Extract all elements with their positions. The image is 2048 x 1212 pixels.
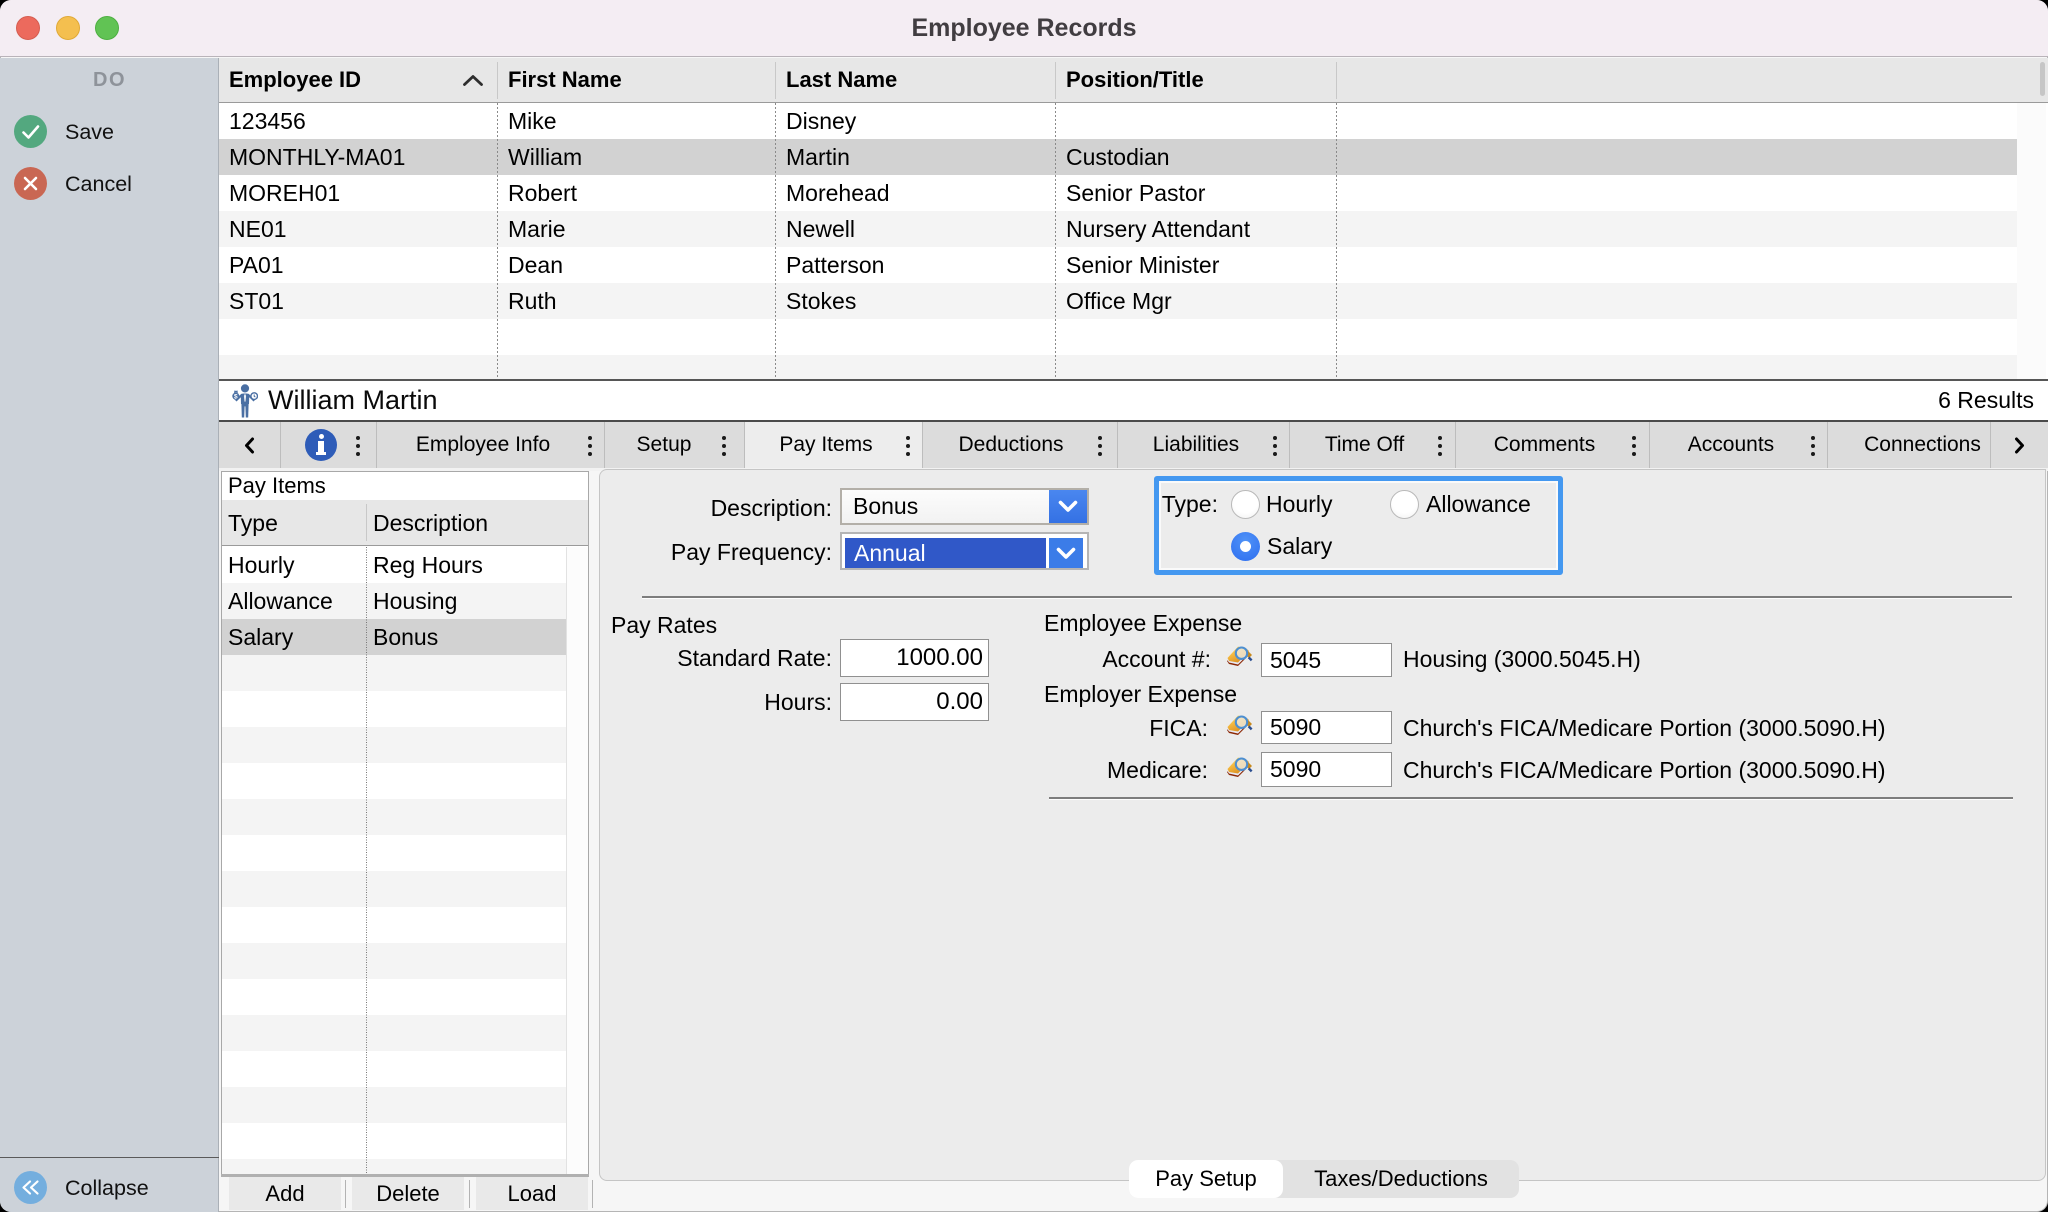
svg-text:$: $ [234, 393, 238, 400]
